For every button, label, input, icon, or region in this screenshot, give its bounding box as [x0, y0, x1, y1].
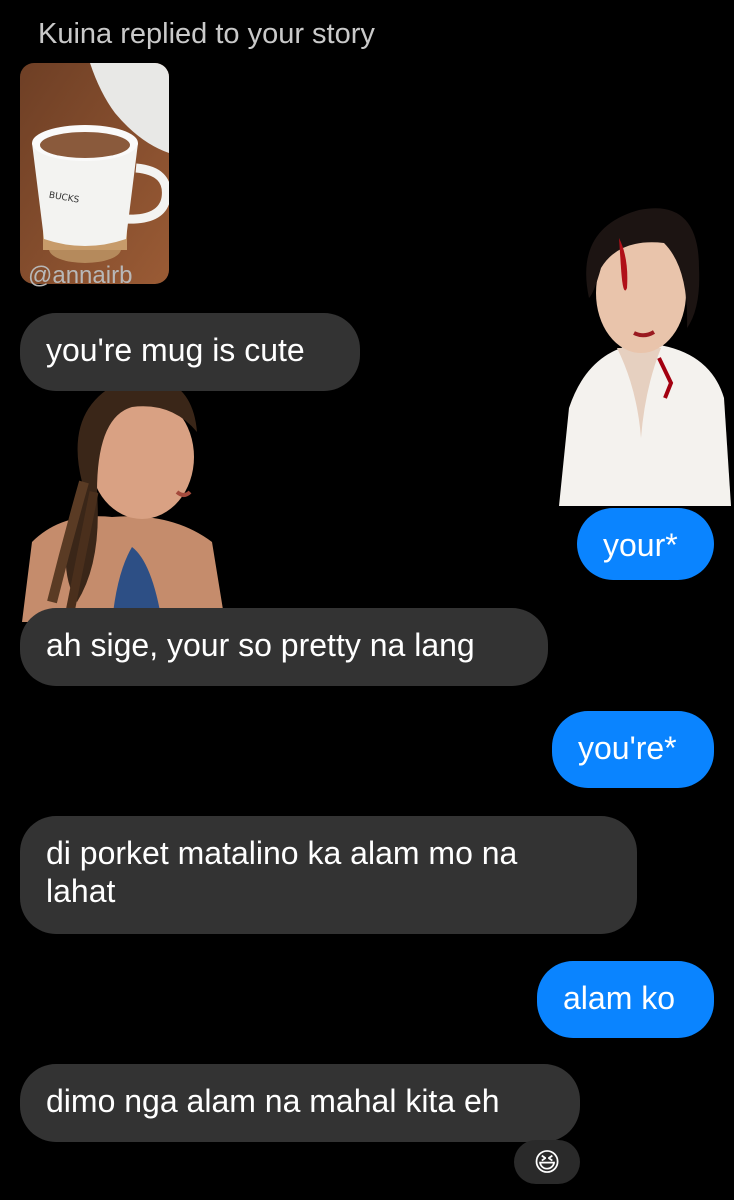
message-incoming[interactable]: di porket matalino ka alam mo na lahat [20, 816, 637, 934]
message-outgoing[interactable]: you're* [552, 711, 714, 788]
message-incoming[interactable]: dimo nga alam na mahal kita eh [20, 1064, 580, 1142]
sticker-woman-braids [22, 362, 225, 622]
story-username: @annairb [28, 262, 133, 289]
sticker-woman-short-hair [549, 198, 731, 506]
message-incoming[interactable]: ah sige, your so pretty na lang [20, 608, 548, 686]
message-incoming[interactable]: you're mug is cute [20, 313, 360, 391]
message-outgoing[interactable]: alam ko [537, 961, 714, 1038]
reaction-emoji[interactable]: 😆 [514, 1140, 580, 1184]
story-thumbnail[interactable]: BUCKS [20, 63, 169, 284]
story-reply-header: Kuina replied to your story [38, 18, 375, 50]
message-outgoing[interactable]: your* [577, 508, 714, 580]
